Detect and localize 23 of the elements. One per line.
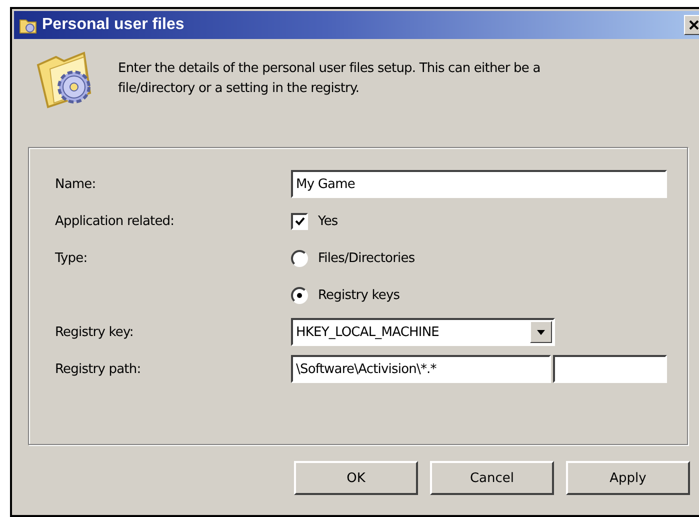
field-label: Registry key:: [55, 324, 134, 340]
input-field[interactable]: [553, 355, 667, 383]
radio-label: Files/Directories: [318, 250, 415, 266]
field-label: Application related:: [55, 214, 176, 228]
radio-button[interactable]: [291, 250, 308, 266]
check-icon: [294, 216, 305, 226]
field-label: Type:: [55, 250, 88, 266]
close-button[interactable]: [684, 15, 699, 35]
dialog-button[interactable]: OK: [294, 461, 418, 495]
registry-key-dropdown[interactable]: HKEY_LOCAL_MACHINE: [291, 318, 555, 346]
field-label: Registry path:: [55, 362, 142, 376]
checkbox-label: Yes: [318, 214, 338, 228]
name-field[interactable]: My Game: [291, 170, 667, 198]
dialog-button[interactable]: Cancel: [430, 461, 554, 495]
dialog-button[interactable]: Apply: [566, 461, 690, 495]
field-label: Name:: [55, 176, 97, 192]
checkbox[interactable]: [291, 212, 308, 230]
registry-path-field[interactable]: \Software\Activision\*.*: [291, 355, 551, 383]
radio-label: Registry keys: [318, 288, 400, 302]
window-title: Personal user files: [42, 16, 186, 34]
description-text: Enter the details of the personal user files setup. This can either be a file/directory or a setting in the registry.: [118, 60, 542, 98]
radio-button[interactable]: [291, 286, 308, 304]
close-icon: [689, 20, 699, 30]
